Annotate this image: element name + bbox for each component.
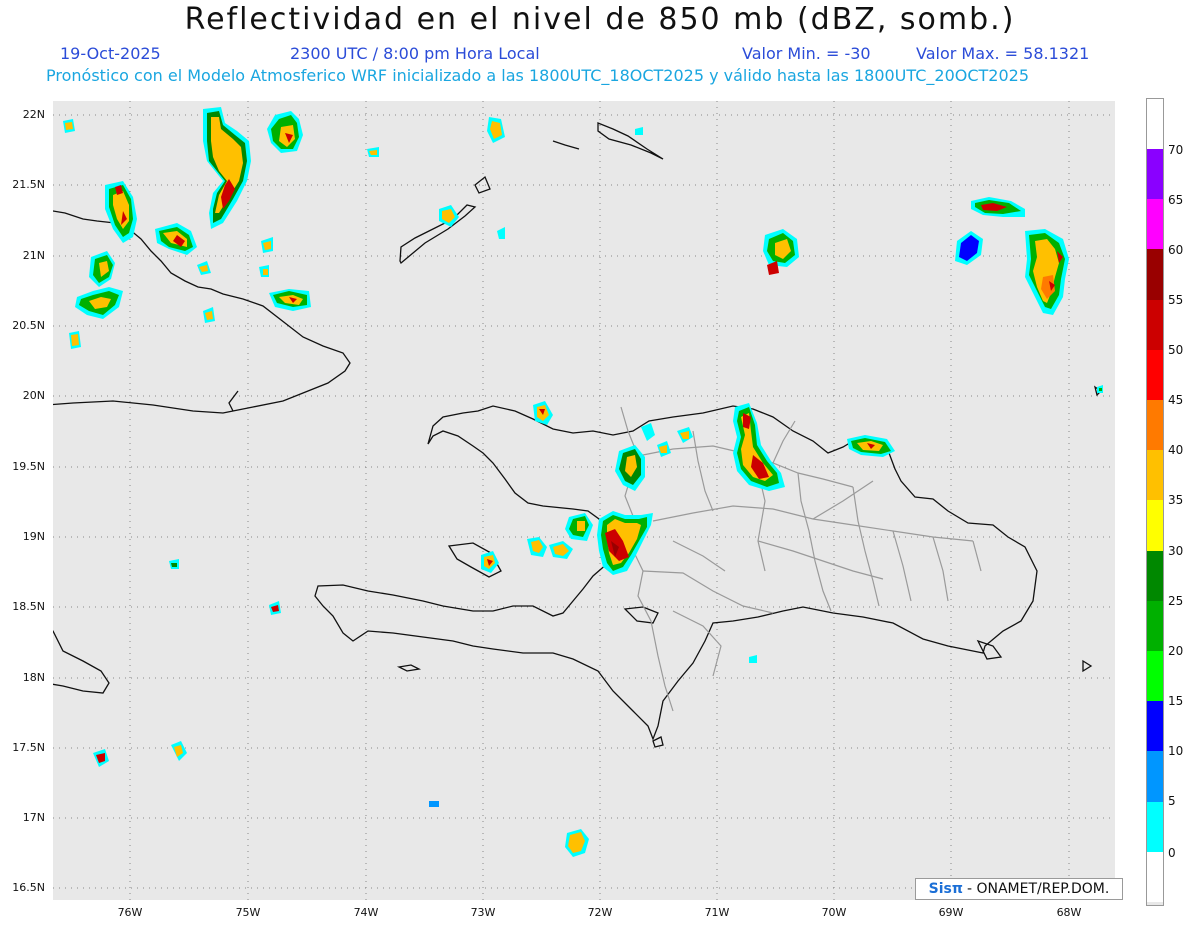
storm-cell bbox=[105, 181, 137, 243]
storm-cell bbox=[269, 289, 311, 311]
colorbar-label: 70 bbox=[1168, 143, 1184, 157]
lat-label: 16.5N bbox=[12, 881, 45, 894]
lat-label: 18.5N bbox=[12, 600, 45, 613]
value-max: Valor Max. = 58.1321 bbox=[916, 44, 1090, 63]
colorbar-segment bbox=[1147, 701, 1163, 752]
colorbar-segment bbox=[1147, 600, 1163, 651]
colorbar-label: 65 bbox=[1168, 193, 1184, 207]
lon-label: 69W bbox=[938, 906, 964, 919]
reflectivity-cells bbox=[63, 107, 1103, 857]
colorbar-segment bbox=[1147, 902, 1163, 905]
lat-label: 21N bbox=[22, 249, 45, 262]
lon-label: 74W bbox=[353, 906, 379, 919]
colorbar-segment bbox=[1147, 400, 1163, 451]
lat-label: 19N bbox=[22, 530, 45, 543]
colorbar bbox=[1146, 98, 1164, 906]
colorbar-label: 15 bbox=[1168, 694, 1184, 708]
colorbar-label: 40 bbox=[1168, 443, 1184, 457]
colorbar-segment bbox=[1147, 550, 1163, 601]
storm-cell bbox=[203, 107, 251, 229]
storm-cell bbox=[533, 401, 553, 425]
colorbar-label: 60 bbox=[1168, 243, 1184, 257]
colorbar-label: 30 bbox=[1168, 544, 1184, 558]
storm-cell bbox=[1025, 229, 1069, 315]
colorbar-label: 0 bbox=[1168, 846, 1176, 860]
forecast-date: 19-Oct-2025 bbox=[60, 44, 161, 63]
storm-cell bbox=[615, 445, 645, 491]
colorbar-label: 45 bbox=[1168, 393, 1184, 407]
credit-text: - ONAMET/REP.DOM. bbox=[966, 881, 1110, 897]
colorbar-segment bbox=[1147, 450, 1163, 501]
storm-cell bbox=[527, 511, 653, 575]
storm-cell bbox=[847, 435, 895, 457]
colorbar-label: 20 bbox=[1168, 644, 1184, 658]
colorbar-segment bbox=[1147, 249, 1163, 300]
lat-label: 21.5N bbox=[12, 178, 45, 191]
storm-cell bbox=[155, 223, 197, 255]
credit-logo: Sisπ bbox=[928, 881, 963, 897]
forecast-time: 2300 UTC / 8:00 pm Hora Local bbox=[290, 44, 540, 63]
colorbar-segment bbox=[1147, 149, 1163, 200]
colorbar-label: 55 bbox=[1168, 293, 1184, 307]
storm-cell bbox=[481, 551, 499, 573]
lon-label: 72W bbox=[587, 906, 613, 919]
lon-label: 73W bbox=[470, 906, 496, 919]
map-title: Reflectividad en el nivel de 850 mb (dBZ… bbox=[184, 2, 1016, 37]
storm-cell bbox=[267, 111, 303, 153]
colorbar-label: 50 bbox=[1168, 343, 1184, 357]
lat-label: 20.5N bbox=[12, 319, 45, 332]
map-canvas bbox=[53, 101, 1115, 900]
colorbar-label: 10 bbox=[1168, 744, 1184, 758]
lat-label: 17.5N bbox=[12, 741, 45, 754]
lon-label: 75W bbox=[235, 906, 261, 919]
colorbar-segment bbox=[1147, 349, 1163, 400]
storm-cell bbox=[733, 403, 785, 491]
model-info: Pronóstico con el Modelo Atmosferico WRF… bbox=[46, 66, 1030, 85]
colorbar-label: 25 bbox=[1168, 594, 1184, 608]
colorbar-segment bbox=[1147, 751, 1163, 802]
storm-cell bbox=[763, 229, 799, 275]
colorbar-segment bbox=[1147, 801, 1163, 852]
colorbar-label: 35 bbox=[1168, 493, 1184, 507]
storm-cell bbox=[75, 287, 123, 319]
credit-box: Sisπ - ONAMET/REP.DOM. bbox=[915, 878, 1123, 900]
colorbar-segment bbox=[1147, 299, 1163, 350]
lon-label: 71W bbox=[704, 906, 730, 919]
lon-label: 76W bbox=[117, 906, 143, 919]
colorbar-segment bbox=[1147, 500, 1163, 551]
lat-label: 19.5N bbox=[12, 460, 45, 473]
lat-label: 18N bbox=[22, 671, 45, 684]
colorbar-segment bbox=[1147, 851, 1163, 902]
lat-label: 20N bbox=[22, 389, 45, 402]
value-min: Valor Min. = -30 bbox=[742, 44, 871, 63]
coastline-hispaniola bbox=[314, 405, 1038, 748]
colorbar-segment bbox=[1147, 199, 1163, 250]
storm-cell bbox=[565, 829, 589, 857]
colorbar-segment bbox=[1147, 651, 1163, 702]
province-borders bbox=[620, 406, 982, 712]
storm-cell bbox=[89, 251, 115, 287]
lat-label: 17N bbox=[22, 811, 45, 824]
storm-cell bbox=[641, 423, 693, 457]
lat-label: 22N bbox=[22, 108, 45, 121]
reflectivity-map bbox=[53, 101, 1115, 900]
colorbar-label: 5 bbox=[1168, 794, 1176, 808]
lon-label: 70W bbox=[821, 906, 847, 919]
lon-label: 68W bbox=[1056, 906, 1082, 919]
storm-cell bbox=[955, 197, 1025, 265]
